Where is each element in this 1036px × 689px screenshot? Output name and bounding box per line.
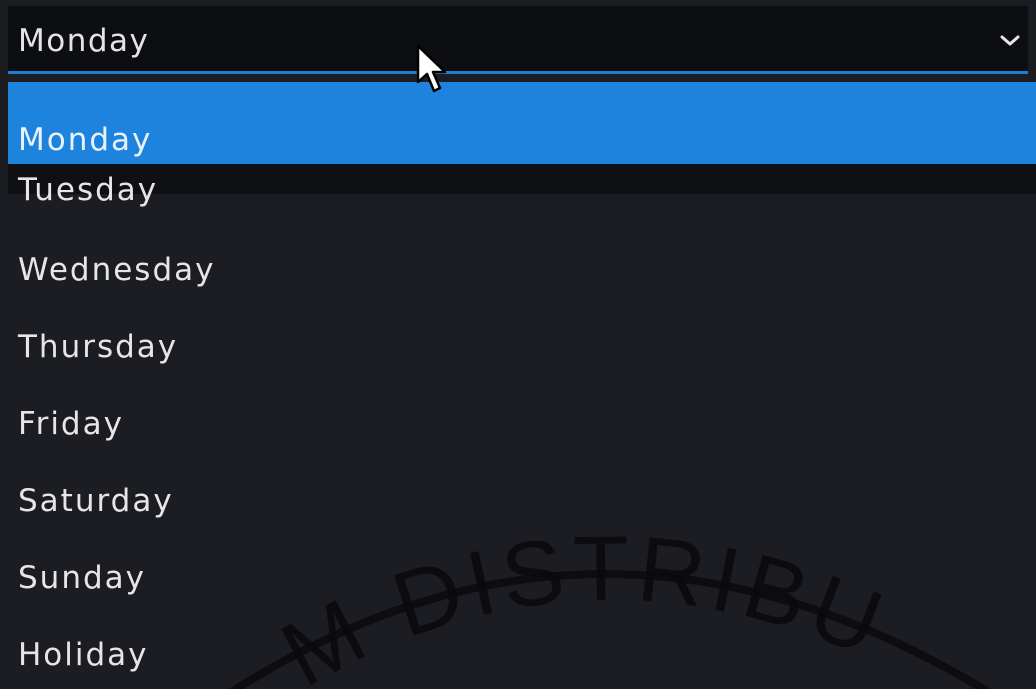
day-select[interactable]: Monday — [8, 6, 1028, 74]
chevron-down-icon[interactable] — [998, 32, 1022, 48]
option-sunday[interactable]: Sunday — [8, 525, 1036, 602]
option-tuesday[interactable]: Tuesday — [8, 164, 1036, 214]
option-label: Tuesday — [18, 172, 159, 208]
mouse-cursor-icon — [416, 44, 447, 93]
day-dropdown-list: Monday Tuesday Wednesday Thursday Friday… — [8, 82, 1036, 689]
option-friday[interactable]: Friday — [8, 371, 1036, 448]
day-select-screen: Monday Monday Tuesday Wednesday Thursday… — [0, 0, 1036, 689]
option-label: Saturday — [18, 483, 174, 519]
option-label: Holiday — [18, 637, 149, 673]
option-label: Friday — [18, 406, 124, 442]
option-thursday[interactable]: Thursday — [8, 294, 1036, 371]
option-saturday[interactable]: Saturday — [8, 448, 1036, 525]
option-wednesday[interactable]: Wednesday — [8, 214, 1036, 294]
day-select-value: Monday — [18, 23, 150, 59]
option-label: Monday — [18, 122, 153, 158]
option-label: Thursday — [18, 329, 179, 365]
option-monday[interactable]: Monday — [8, 82, 1036, 164]
option-label: Sunday — [18, 560, 146, 596]
option-holiday[interactable]: Holiday — [8, 602, 1036, 679]
option-label: Wednesday — [18, 252, 216, 288]
